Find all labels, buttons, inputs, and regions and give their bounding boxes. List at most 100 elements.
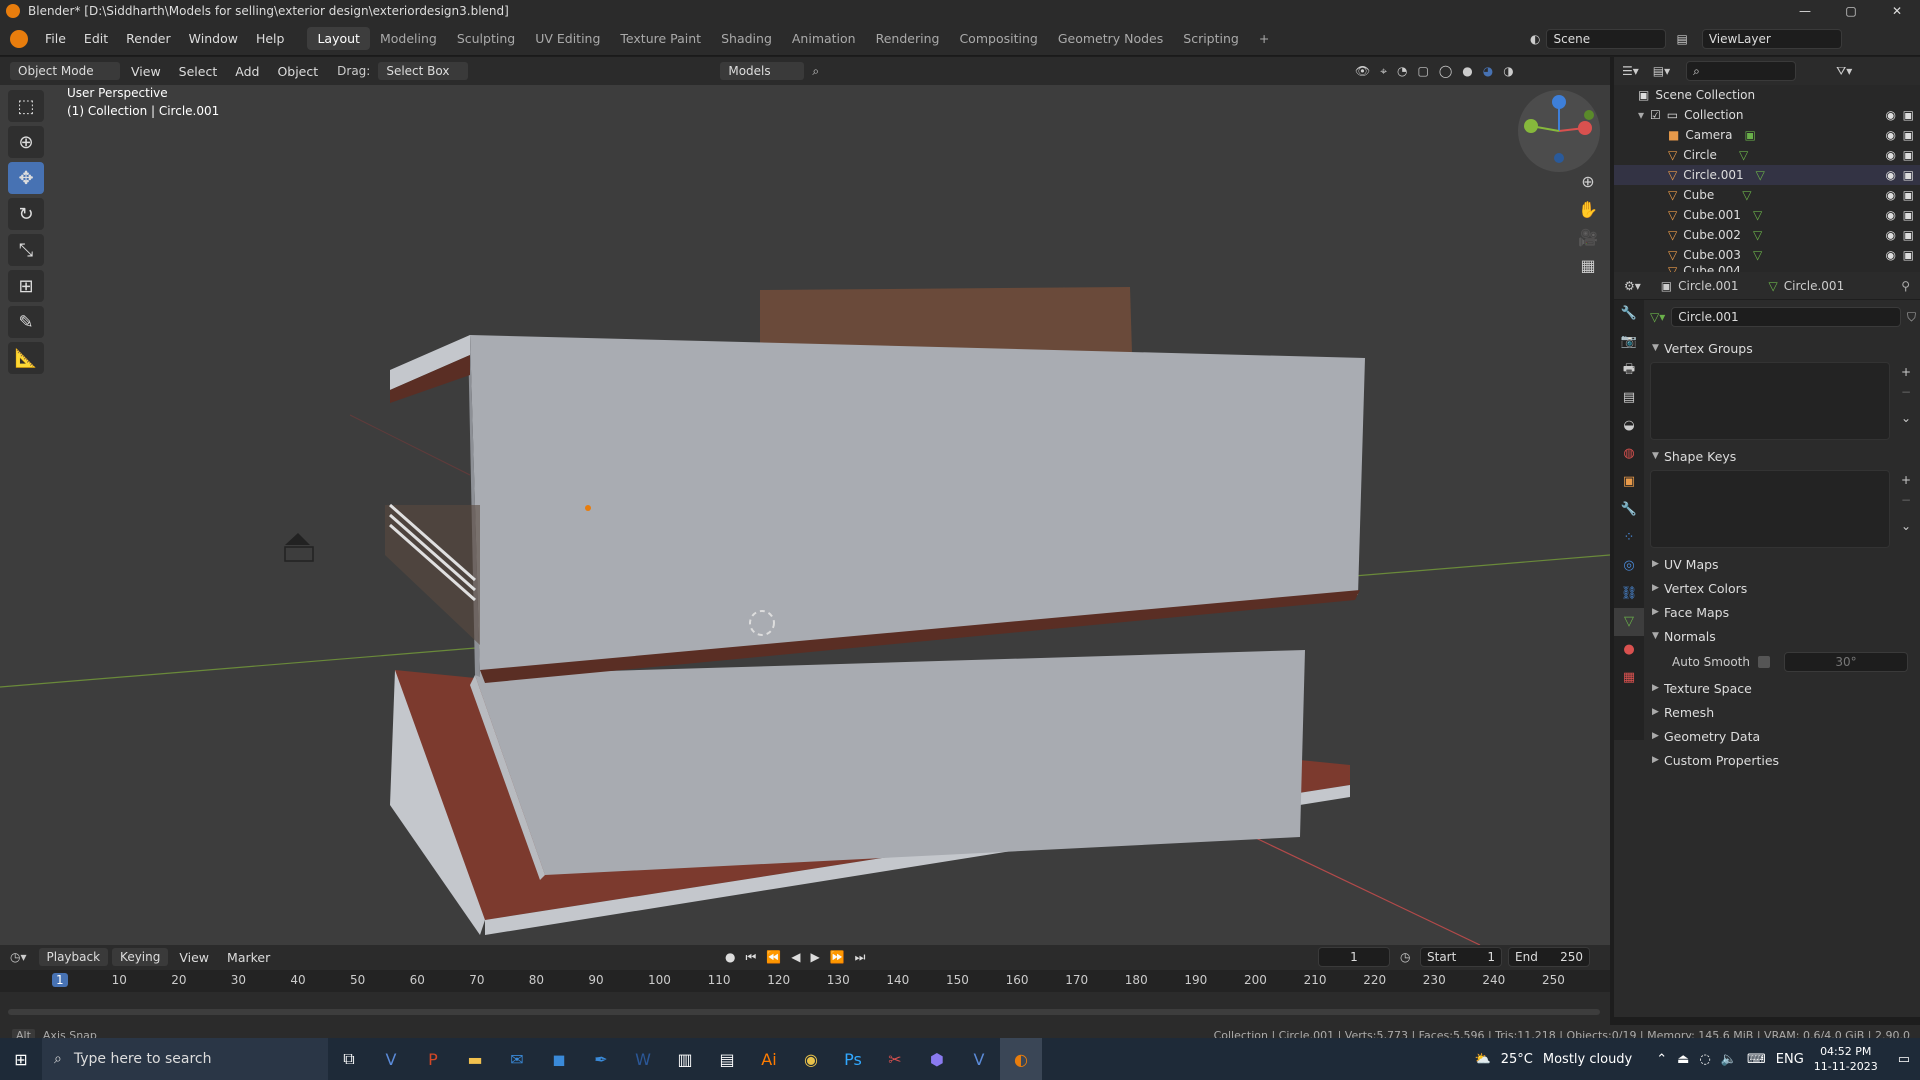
render-tab-icon[interactable]: 📷 — [1614, 328, 1644, 356]
app-icon[interactable]: ▤ — [706, 1038, 748, 1080]
display-mode-icon[interactable]: ▤▾ — [1653, 64, 1670, 78]
maximize-button[interactable]: ▢ — [1828, 0, 1874, 22]
panel-face-maps[interactable]: ▶ Face Maps — [1646, 600, 1920, 624]
transform-tool[interactable]: ⊞ — [8, 270, 44, 302]
gizmo-toggle-icon[interactable]: ⌖ — [1380, 64, 1387, 79]
drag-dropdown[interactable]: Select Box — [378, 62, 469, 80]
render-icon[interactable]: ▣ — [1903, 188, 1914, 202]
menu-help[interactable]: Help — [247, 31, 294, 46]
menu-edit[interactable]: Edit — [75, 31, 117, 46]
clock[interactable]: 04:52 PM 11-11-2023 — [1814, 1044, 1878, 1074]
shape-keys-list[interactable]: + − ⌄ — [1650, 470, 1911, 548]
particles-tab-icon[interactable]: ⁘ — [1614, 524, 1644, 552]
weather-icon[interactable]: ⛅ — [1475, 1052, 1491, 1067]
eye-icon[interactable]: ◉ — [1886, 228, 1896, 242]
chrome-icon[interactable]: ◉ — [790, 1038, 832, 1080]
select-box-tool[interactable]: ⬚ — [8, 90, 44, 122]
scene-collection-row[interactable]: ▣ Scene Collection — [1614, 85, 1920, 105]
material-tab-icon[interactable]: ● — [1614, 636, 1644, 664]
outliner-item-circle[interactable]: ▽ Circle ▽ ◉ ▣ — [1614, 145, 1920, 165]
current-frame-field[interactable]: 1 — [1318, 947, 1390, 967]
visibility-icon[interactable]: 👁 — [1355, 64, 1370, 79]
panel-remesh[interactable]: ▶ Remesh — [1646, 700, 1920, 724]
transform-orientation-dropdown[interactable]: Models — [720, 62, 805, 80]
output-tab-icon[interactable]: 🖶 — [1614, 356, 1644, 384]
panel-custom-properties[interactable]: ▶ Custom Properties — [1646, 748, 1920, 772]
search-icon[interactable]: ⌕ — [812, 64, 819, 79]
timeline-editor-icon[interactable]: ◷▾ — [10, 950, 27, 964]
eye-icon[interactable]: ◉ — [1886, 208, 1896, 222]
jump-start-icon[interactable]: ⏮ — [745, 950, 756, 965]
menu-window[interactable]: Window — [180, 31, 247, 46]
render-icon[interactable]: ▣ — [1903, 248, 1914, 262]
navigation-gizmo[interactable] — [1518, 90, 1600, 172]
measure-tool[interactable]: 📐 — [8, 342, 44, 374]
task-view-icon[interactable]: ⧉ — [328, 1038, 370, 1080]
panel-vertex-colors[interactable]: ▶ Vertex Colors — [1646, 576, 1920, 600]
panel-vertex-groups[interactable]: ▼ Vertex Groups — [1646, 336, 1920, 360]
cursor-tool[interactable]: ⊕ — [8, 126, 44, 158]
add-workspace-icon[interactable]: + — [1249, 27, 1279, 50]
powerpoint-icon[interactable]: P — [412, 1038, 454, 1080]
render-icon[interactable]: ▣ — [1903, 128, 1914, 142]
vivaldi-icon[interactable]: V — [370, 1038, 412, 1080]
pin-icon[interactable]: ⚲ — [1901, 279, 1910, 293]
view-layer-field[interactable]: ViewLayer — [1701, 29, 1842, 49]
wireframe-shading-icon[interactable]: ◯ — [1439, 64, 1452, 79]
outliner-item-cube001[interactable]: ▽ Cube.001 ▽ ◉ ▣ — [1614, 205, 1920, 225]
mail-icon[interactable]: ✉ — [496, 1038, 538, 1080]
blender-taskbar-icon[interactable]: ◐ — [1000, 1038, 1042, 1080]
outliner-item-cube[interactable]: ▽ Cube ▽ ◉ ▣ — [1614, 185, 1920, 205]
specials-icon[interactable]: ⌄ — [1901, 519, 1911, 533]
playback-menu[interactable]: Playback — [38, 948, 109, 966]
chevron-up-icon[interactable]: ⌃ — [1656, 1052, 1667, 1067]
eye-icon[interactable]: ◉ — [1886, 108, 1896, 122]
object-tab-icon[interactable]: ▣ — [1614, 468, 1644, 496]
ortho-grid-icon[interactable]: ▦ — [1573, 252, 1603, 280]
eye-icon[interactable]: ◉ — [1886, 148, 1896, 162]
camera-view-icon[interactable]: 🎥 — [1573, 224, 1603, 252]
outliner-item-circle001[interactable]: ▽ Circle.001 ▽ ◉ ▣ — [1614, 165, 1920, 185]
tool-icon[interactable]: ✂ — [874, 1038, 916, 1080]
checkbox-icon[interactable]: ☑ — [1650, 108, 1661, 122]
store-icon[interactable]: ◼ — [538, 1038, 580, 1080]
texture-tab-icon[interactable]: ▦ — [1614, 664, 1644, 692]
constraints-tab-icon[interactable]: ⛓ — [1614, 580, 1644, 608]
panel-geometry-data[interactable]: ▶ Geometry Data — [1646, 724, 1920, 748]
panel-normals[interactable]: ▼ Normals — [1646, 624, 1920, 648]
keying-menu[interactable]: Keying — [112, 948, 169, 966]
timeline-scrollbar[interactable] — [8, 1009, 1600, 1015]
auto-smooth-checkbox[interactable] — [1757, 656, 1770, 668]
keyboard-icon[interactable]: ⌨ — [1747, 1052, 1766, 1067]
menu-file[interactable]: File — [36, 31, 75, 46]
overlay-toggle-icon[interactable]: ◔ — [1397, 64, 1407, 79]
view-layer-tab-icon[interactable]: ▤ — [1614, 384, 1644, 412]
xray-toggle-icon[interactable]: ▢ — [1417, 64, 1428, 79]
scene-tab-icon[interactable]: ◒ — [1614, 412, 1644, 440]
illustrator-icon[interactable]: Ai — [748, 1038, 790, 1080]
tab-layout[interactable]: Layout — [307, 27, 370, 50]
rendered-shading-icon[interactable]: ◑ — [1503, 64, 1513, 79]
pen-icon[interactable]: ✒ — [580, 1038, 622, 1080]
jump-end-icon[interactable]: ⏭ — [855, 950, 866, 965]
viewport-menu-select[interactable]: Select — [170, 64, 227, 79]
mode-dropdown[interactable]: Object Mode — [10, 62, 120, 80]
language-indicator[interactable]: ENG — [1776, 1052, 1804, 1067]
windows-start-icon[interactable]: ⊞ — [0, 1038, 42, 1080]
eye-icon[interactable]: ◉ — [1886, 168, 1896, 182]
remove-icon[interactable]: − — [1901, 493, 1911, 507]
render-icon[interactable]: ▣ — [1903, 108, 1914, 122]
view-layer-icon[interactable]: ▤ — [1676, 32, 1687, 46]
render-icon[interactable]: ▣ — [1903, 228, 1914, 242]
start-frame-field[interactable]: Start 1 — [1420, 947, 1502, 967]
file-explorer-icon[interactable]: ▬ — [454, 1038, 496, 1080]
eye-icon[interactable]: ◉ — [1886, 128, 1896, 142]
close-button[interactable]: ✕ — [1874, 0, 1920, 22]
pan-hand-icon[interactable]: ✋ — [1573, 196, 1603, 224]
tab-rendering[interactable]: Rendering — [866, 27, 950, 50]
outliner-item-cube003[interactable]: ▽ Cube.003 ▽ ◉ ▣ — [1614, 245, 1920, 265]
viewport-menu-object[interactable]: Object — [268, 64, 327, 79]
mesh-name-field[interactable]: Circle.001 — [1671, 307, 1901, 327]
play-reverse-icon[interactable]: ◀ — [791, 950, 800, 965]
notes-icon[interactable]: ▥ — [664, 1038, 706, 1080]
